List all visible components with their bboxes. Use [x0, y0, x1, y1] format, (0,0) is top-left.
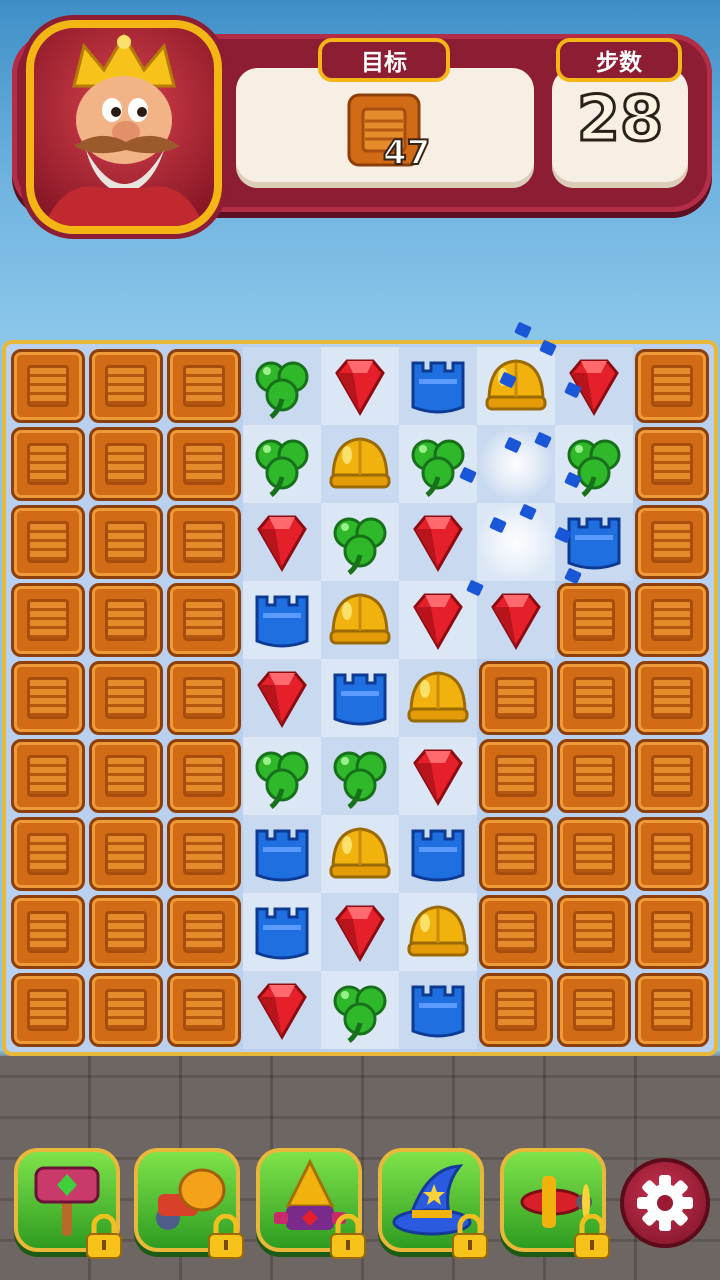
crate-tile: [11, 427, 85, 501]
ruby-gem[interactable]: [243, 659, 321, 737]
helmet-gem[interactable]: [321, 581, 399, 659]
tower-gem[interactable]: [399, 347, 477, 425]
crate-tile: [167, 505, 241, 579]
crate-tile: [479, 973, 553, 1047]
goal-count: 47: [382, 133, 431, 173]
tower-gem[interactable]: [321, 659, 399, 737]
crate-tile: [11, 817, 85, 891]
helmet-gem[interactable]: [399, 659, 477, 737]
crate-tile: [479, 817, 553, 891]
ruby-gem[interactable]: [399, 581, 477, 659]
crate-tile: [89, 895, 163, 969]
crate-tile: [89, 349, 163, 423]
helmet-gem[interactable]: [399, 893, 477, 971]
crate-tile: [479, 739, 553, 813]
crate-tile: [635, 661, 709, 735]
gem-shard: [514, 321, 532, 339]
crate-tile: [11, 661, 85, 735]
ruby-gem[interactable]: [243, 503, 321, 581]
crate-tile: [167, 973, 241, 1047]
crate-tile: [89, 739, 163, 813]
crate-tile: [635, 973, 709, 1047]
crate-tile: [635, 583, 709, 657]
crate-tile: [89, 817, 163, 891]
lock-icon: [574, 1214, 610, 1259]
ruby-gem[interactable]: [321, 893, 399, 971]
helmet-gem[interactable]: [321, 425, 399, 503]
crate-tile: [479, 895, 553, 969]
crate-tile: [557, 583, 631, 657]
crate-tile: [479, 661, 553, 735]
lock-icon: [330, 1214, 366, 1259]
crate-tile: [89, 973, 163, 1047]
crate-tile: [167, 817, 241, 891]
crate-tile: [557, 973, 631, 1047]
crate-tile: [11, 895, 85, 969]
crate-tile: [167, 739, 241, 813]
game-board: [2, 321, 718, 1056]
lock-icon: [86, 1214, 122, 1259]
clear-sparkle-effect: [477, 503, 555, 581]
crate-tile: [167, 895, 241, 969]
lock-icon: [208, 1214, 244, 1259]
ruby-gem[interactable]: [243, 971, 321, 1049]
crate-tile: [11, 583, 85, 657]
crate-tile: [11, 505, 85, 579]
tower-gem[interactable]: [399, 815, 477, 893]
clover-gem[interactable]: [555, 425, 633, 503]
settings-button[interactable]: [620, 1158, 710, 1248]
goal-label: 目标: [318, 38, 450, 82]
crate-tile: [11, 973, 85, 1047]
crate-tile: [557, 739, 631, 813]
clover-gem[interactable]: [243, 737, 321, 815]
clover-gem[interactable]: [243, 425, 321, 503]
crate-tile: [635, 349, 709, 423]
king-avatar: [26, 20, 222, 234]
moves-value: 28: [575, 82, 664, 155]
clover-gem[interactable]: [399, 425, 477, 503]
crate-tile: [635, 427, 709, 501]
crate-tile: [557, 895, 631, 969]
clover-gem[interactable]: [243, 347, 321, 425]
crate-tile: [167, 661, 241, 735]
crate-tile: [89, 583, 163, 657]
crate-tile: [557, 661, 631, 735]
clover-gem[interactable]: [321, 737, 399, 815]
crate-tile: [167, 349, 241, 423]
crate-tile: [635, 739, 709, 813]
lock-icon: [452, 1214, 488, 1259]
crate-tile: [635, 505, 709, 579]
crate-tile: [89, 661, 163, 735]
tower-gem[interactable]: [243, 815, 321, 893]
crate-tile: [557, 817, 631, 891]
ruby-gem[interactable]: [399, 737, 477, 815]
crate-tile: [89, 505, 163, 579]
crate-tile: [167, 427, 241, 501]
crate-tile: [89, 427, 163, 501]
moves-label: 步数: [556, 38, 682, 82]
crate-tile: [635, 895, 709, 969]
clover-gem[interactable]: [321, 503, 399, 581]
crate-tile: [11, 739, 85, 813]
helmet-gem[interactable]: [321, 815, 399, 893]
tower-gem[interactable]: [243, 893, 321, 971]
crate-tile: [635, 817, 709, 891]
tower-gem[interactable]: [243, 581, 321, 659]
crate-tile: [11, 349, 85, 423]
crate-tile: [167, 583, 241, 657]
helmet-gem[interactable]: [477, 347, 555, 425]
ruby-gem[interactable]: [477, 581, 555, 659]
gear-icon: [637, 1175, 693, 1231]
ruby-gem[interactable]: [321, 347, 399, 425]
tower-gem[interactable]: [399, 971, 477, 1049]
clover-gem[interactable]: [321, 971, 399, 1049]
ruby-gem[interactable]: [399, 503, 477, 581]
